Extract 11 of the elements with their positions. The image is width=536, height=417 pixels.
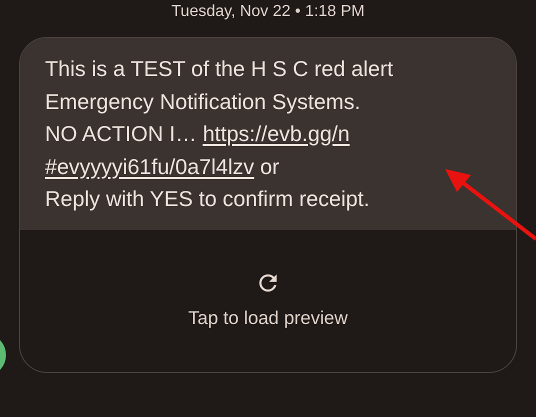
message-link[interactable]: #evyyyyi61fu/0a7l4lzv — [45, 154, 254, 178]
message-text: NO ACTION I… — [45, 122, 198, 146]
preview-label: Tap to load preview — [188, 306, 348, 330]
message-bubble[interactable]: This is a TEST of the H S C red alert Emergency Notification Systems. NO ACTION I… https://evb.gg/n #evyyyyi61fu/0a7l4lzv or Reply with YES to confirm receipt. Tap to load preview — [19, 37, 517, 372]
message-text: or — [259, 154, 280, 178]
message-text: Emergency Notification Systems. — [45, 90, 360, 114]
message-link[interactable]: https://evb.gg/n — [202, 122, 350, 146]
link-preview[interactable]: Tap to load preview — [20, 230, 516, 372]
message-text: Reply with YES to confirm receipt. — [45, 187, 370, 211]
timestamp: Tuesday, Nov 22 • 1:18 PM — [171, 3, 365, 20]
message-text: This is a TEST of the H S C red alert — [45, 57, 394, 81]
